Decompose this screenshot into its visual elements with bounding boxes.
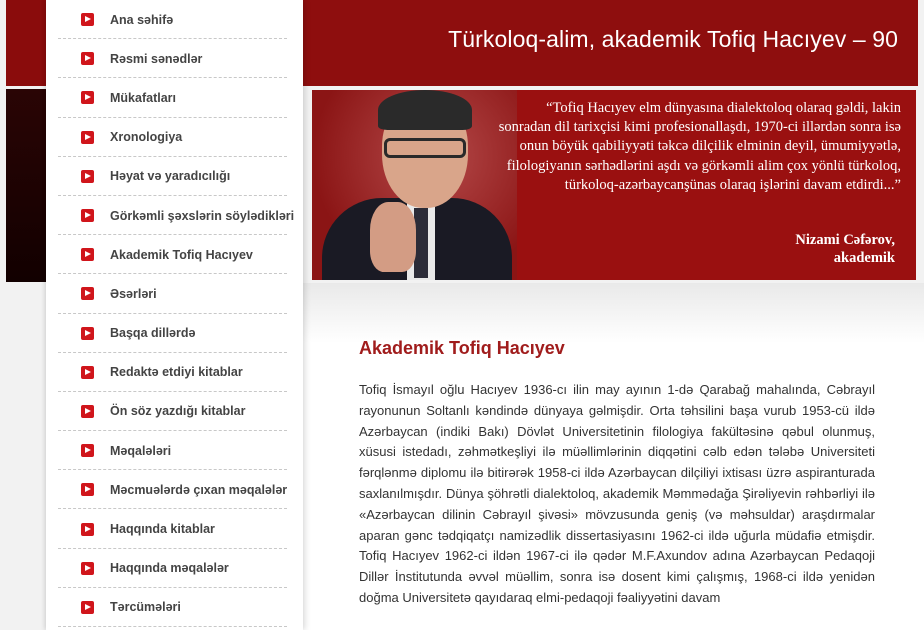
- site-title: Türkoloq-alim, akademik Tofiq Hacıyev – …: [448, 26, 898, 52]
- banner-quote: “Tofiq Hacıyev elm dünyasına dialektoloq…: [498, 100, 901, 193]
- play-arrow-icon: [81, 444, 94, 458]
- play-arrow-icon: [81, 561, 94, 575]
- play-arrow-icon: [81, 13, 94, 27]
- play-arrow-icon: [81, 365, 94, 379]
- play-arrow-icon: [81, 522, 94, 536]
- sidebar-item-heyat-ve-yaradiciligi[interactable]: Həyat və yaradıcılığı: [46, 157, 303, 197]
- sidebar-item-akademik[interactable]: Akademik Tofiq Hacıyev: [46, 235, 303, 275]
- sidebar-item-eserleri[interactable]: Əsərləri: [46, 274, 303, 314]
- play-arrow-icon: [81, 169, 94, 183]
- play-arrow-icon: [81, 209, 94, 223]
- header-left-block: [6, 0, 46, 86]
- sidebar-item-basqa-dillerde[interactable]: Başqa dillərdə: [46, 314, 303, 353]
- quote-author: Nizami Cəfərov, akademik: [795, 231, 895, 267]
- sidebar-item-haqqinda-kitablar[interactable]: Haqqında kitablar: [46, 509, 303, 549]
- sidebar-item-on-soz[interactable]: Ön söz yazdığı kitablar: [46, 392, 303, 432]
- sidebar-item-label: Məcmuələrdə çıxan məqalələr: [110, 482, 288, 497]
- sidebar-item-label: Mükafatları: [110, 90, 176, 105]
- sidebar-item-gorkemli-sexsler[interactable]: Görkəmli şəxslərin söylədikləri: [46, 196, 303, 236]
- play-arrow-icon: [81, 248, 94, 262]
- article-body: Tofiq İsmayıl oğlu Hacıyev 1936-cı ilin …: [359, 382, 875, 605]
- play-arrow-icon: [81, 91, 94, 105]
- sidebar-item-label: Tərcümələri: [110, 600, 181, 615]
- article-title: Akademik Tofiq Hacıyev: [359, 338, 565, 358]
- sidebar-item-xronologiya[interactable]: Xronologiya: [46, 118, 303, 157]
- play-arrow-icon: [81, 52, 94, 66]
- sidebar-item-label: Məqalələri: [110, 443, 172, 458]
- sidebar-item-label: Redaktə etdiyi kitablar: [110, 365, 243, 380]
- play-arrow-icon: [81, 483, 94, 497]
- sidebar-item-tercumeleri[interactable]: Tərcümələri: [46, 588, 303, 628]
- play-arrow-icon: [81, 326, 94, 340]
- sidebar-nav: Ana səhifə Rəsmi sənədlər Mükafatları Xr…: [46, 0, 303, 630]
- sidebar-item-redakte[interactable]: Redaktə etdiyi kitablar: [46, 353, 303, 393]
- sidebar-item-mukafatlari[interactable]: Mükafatları: [46, 78, 303, 118]
- sidebar-item-haqqinda-meqaleler[interactable]: Haqqında məqalələr: [46, 549, 303, 589]
- left-dark-strip: [6, 89, 46, 282]
- sidebar-item-label: Xronologiya: [110, 130, 183, 145]
- quote-author-title: akademik: [833, 250, 895, 266]
- sidebar-item-label: Əsərləri: [110, 286, 157, 301]
- sidebar-item-ana-sehife[interactable]: Ana səhifə: [46, 0, 303, 40]
- play-arrow-icon: [81, 130, 94, 144]
- sidebar-item-label: Görkəmli şəxslərin söylədikləri: [110, 208, 295, 223]
- sidebar-item-label: Rəsmi sənədlər: [110, 51, 203, 66]
- sidebar-item-resmi-senedler[interactable]: Rəsmi sənədlər: [46, 39, 303, 79]
- sidebar-item-label: Həyat və yaradıcılığı: [110, 169, 231, 184]
- sidebar-item-label: Başqa dillərdə: [110, 326, 196, 341]
- sidebar-item-label: Ana səhifə: [110, 12, 174, 27]
- play-arrow-icon: [81, 600, 94, 614]
- sidebar-item-mecmuelerde[interactable]: Məcmuələrdə çıxan məqalələr: [46, 470, 303, 510]
- sidebar-item-meqaleleri[interactable]: Məqalələri: [46, 431, 303, 471]
- sidebar-item-label: Ön söz yazdığı kitablar: [110, 404, 246, 419]
- sidebar-item-label: Haqqında kitablar: [110, 522, 215, 537]
- play-arrow-icon: [81, 404, 94, 418]
- play-arrow-icon: [81, 287, 94, 301]
- portrait-image: [312, 90, 517, 280]
- sidebar-item-label: Akademik Tofiq Hacıyev: [110, 247, 253, 262]
- sidebar-item-label: Haqqında məqalələr: [110, 561, 229, 576]
- quote-author-name: Nizami Cəfərov,: [795, 232, 895, 248]
- quote-banner: “Tofiq Hacıyev elm dünyasına dialektoloq…: [312, 90, 916, 280]
